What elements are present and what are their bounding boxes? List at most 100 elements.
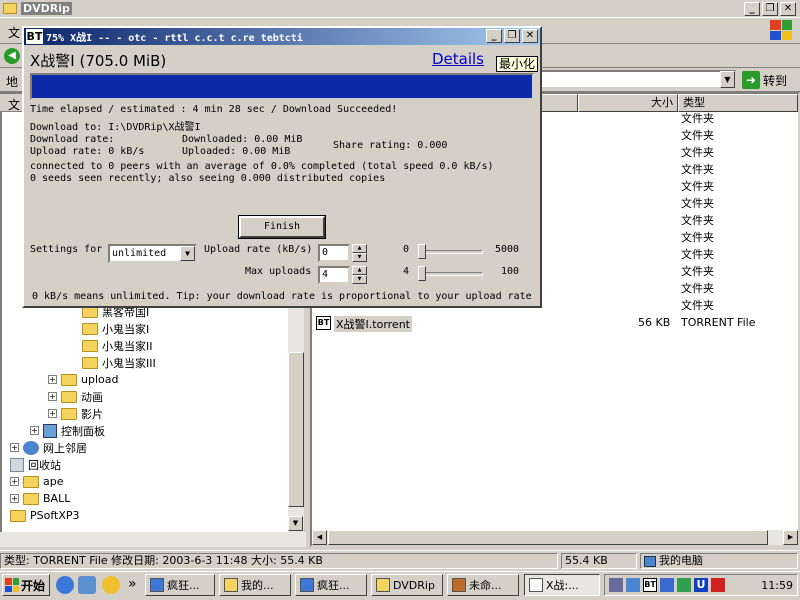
minimize-button[interactable]: _ <box>744 1 760 16</box>
upload-rate-slider-track[interactable] <box>419 250 483 254</box>
max-uploads-spinner[interactable]: ▲ ▼ <box>352 266 367 284</box>
scroll-down-arrow[interactable]: ▼ <box>288 516 303 531</box>
max-uploads-slider-track[interactable] <box>419 272 483 276</box>
u-icon[interactable]: U <box>694 578 708 592</box>
taskbar-button-label: 我的... <box>241 579 274 592</box>
file-row-type[interactable]: 文件夹 <box>681 195 714 212</box>
peers-text: connected to 0 peers with an average of … <box>30 161 494 172</box>
shield-icon[interactable] <box>660 578 674 592</box>
menu-file[interactable]: 文 <box>8 24 20 41</box>
file-row-type[interactable]: 文件夹 <box>681 144 714 161</box>
upload-rate-spinner[interactable]: ▲ ▼ <box>352 244 367 262</box>
tree-horizontal-scrollbar[interactable] <box>0 532 306 547</box>
close-button[interactable]: ✕ <box>780 1 796 16</box>
tree-item[interactable]: 小鬼当家II <box>82 337 153 354</box>
tree-item[interactable]: + 影片 <box>48 405 103 422</box>
taskbar-button[interactable]: 疯狂... <box>145 574 215 596</box>
tree-item[interactable]: + 网上邻居 <box>10 439 87 456</box>
expand-icon[interactable]: + <box>10 477 19 486</box>
bt-minimize-button[interactable]: _ <box>486 29 502 43</box>
expand-icon[interactable]: + <box>10 494 19 503</box>
tree-item[interactable]: 小鬼当家III <box>82 354 156 371</box>
column-size[interactable]: 大小 <box>578 94 678 112</box>
tree-item[interactable]: + ape <box>10 473 64 490</box>
go-arrow-icon: ➜ <box>742 71 760 89</box>
finish-button[interactable]: Finish <box>238 215 326 239</box>
file-horizontal-scrollbar[interactable]: ◀ ▶ <box>312 530 798 545</box>
download-progress-bar <box>30 73 534 100</box>
expand-icon[interactable]: + <box>48 409 57 418</box>
go-label: 转到 <box>763 73 788 88</box>
file-row-type[interactable]: 文件夹 <box>681 110 714 127</box>
upload-rate-slider-thumb[interactable] <box>418 244 426 259</box>
app-tray-icon[interactable] <box>711 578 725 592</box>
tree-item[interactable]: 小鬼当家I <box>82 320 149 337</box>
address-label: 地 <box>6 75 19 89</box>
bt-maximize-button[interactable]: ❐ <box>504 29 520 43</box>
scroll-right-arrow[interactable]: ▶ <box>783 530 798 545</box>
expand-icon[interactable]: + <box>48 375 57 384</box>
quick-launch-more[interactable]: » <box>128 576 137 592</box>
taskbar-button[interactable]: 疯狂... <box>295 574 367 596</box>
file-row-type[interactable]: 文件夹 <box>681 263 714 280</box>
bt-file-icon: BT <box>316 316 331 330</box>
file-row-type[interactable]: 文件夹 <box>681 297 714 314</box>
file-row-type[interactable]: 文件夹 <box>681 246 714 263</box>
file-row-type[interactable]: 文件夹 <box>681 280 714 297</box>
file-row-type[interactable]: 文件夹 <box>681 178 714 195</box>
tree-item[interactable]: PSoftXP3 <box>10 507 80 524</box>
tree-item[interactable]: + BALL <box>10 490 70 507</box>
taskbar-button[interactable]: DVDRip <box>371 574 443 596</box>
tree-item[interactable]: 回收站 <box>10 456 61 473</box>
chevron-down-icon[interactable]: ▼ <box>180 246 195 261</box>
tree-item[interactable]: + 动画 <box>48 388 103 405</box>
minimize-tooltip: 最小化 <box>496 56 539 72</box>
download-rate-text: Download rate: <box>30 134 115 145</box>
torrent-file-row[interactable]: BT X战警I.torrent 56 KB TORRENT File <box>316 315 786 332</box>
start-button[interactable]: 开始 <box>2 574 50 596</box>
download-to-text: Download to: I:\DVDRip\X战警I <box>30 122 201 133</box>
tree-item[interactable]: + upload <box>48 371 118 388</box>
tree-item-label: 控制面板 <box>61 424 105 438</box>
scroll-left-arrow[interactable]: ◀ <box>312 530 327 545</box>
taskbar-button[interactable]: 未命... <box>447 574 519 596</box>
bt-titlebar[interactable]: BT 75% X战I -- - otc - rttl c.c.t c.re te… <box>24 28 540 45</box>
max-uploads-slider-thumb[interactable] <box>418 266 426 281</box>
ie-icon[interactable] <box>56 576 74 594</box>
person-icon[interactable] <box>677 578 691 592</box>
uploads-max-value: 100 <box>501 266 520 277</box>
taskbar-button-label: 疯狂... <box>317 579 350 592</box>
settings-select[interactable]: unlimited ▼ <box>108 244 197 263</box>
tree-item-label: BALL <box>43 492 71 505</box>
tree-scroll-thumb[interactable] <box>288 352 304 507</box>
go-button[interactable]: ➜ 转到 <box>742 70 794 90</box>
file-row-type[interactable]: 文件夹 <box>681 161 714 178</box>
file-row-type[interactable]: 文件夹 <box>681 127 714 144</box>
taskbar-button[interactable]: 我的... <box>219 574 291 596</box>
tree-item-label: 小鬼当家I <box>102 322 150 336</box>
volume-icon[interactable] <box>609 578 623 592</box>
expand-icon[interactable]: + <box>48 392 57 401</box>
maximize-button[interactable]: ❐ <box>762 1 778 16</box>
qq-icon[interactable] <box>102 576 120 594</box>
max-uploads-input[interactable]: 4 <box>318 266 350 284</box>
start-label: 开始 <box>21 578 46 593</box>
expand-icon[interactable]: + <box>30 426 39 435</box>
details-link[interactable]: Details <box>432 50 484 68</box>
file-row-type[interactable]: 文件夹 <box>681 212 714 229</box>
expand-icon[interactable]: + <box>10 443 19 452</box>
bt-close-button[interactable]: ✕ <box>522 29 538 43</box>
outlook-icon[interactable] <box>78 576 96 594</box>
file-scroll-thumb[interactable] <box>328 530 768 545</box>
address-input[interactable] <box>540 70 736 89</box>
seeds-text: 0 seeds seen recently; also seeing 0.000… <box>30 173 386 184</box>
upload-rate-input[interactable]: 0 <box>318 244 350 262</box>
address-dropdown-button[interactable]: ▼ <box>720 71 735 88</box>
bt-tray-icon[interactable]: BT <box>643 578 657 592</box>
back-icon[interactable]: ◀ <box>4 48 20 64</box>
taskbar-button[interactable]: X战:... <box>524 574 600 596</box>
network-icon[interactable] <box>626 578 640 592</box>
tree-item[interactable]: + 控制面板 <box>30 422 105 439</box>
file-row-type[interactable]: 文件夹 <box>681 229 714 246</box>
uploads-min-value: 4 <box>403 266 410 277</box>
